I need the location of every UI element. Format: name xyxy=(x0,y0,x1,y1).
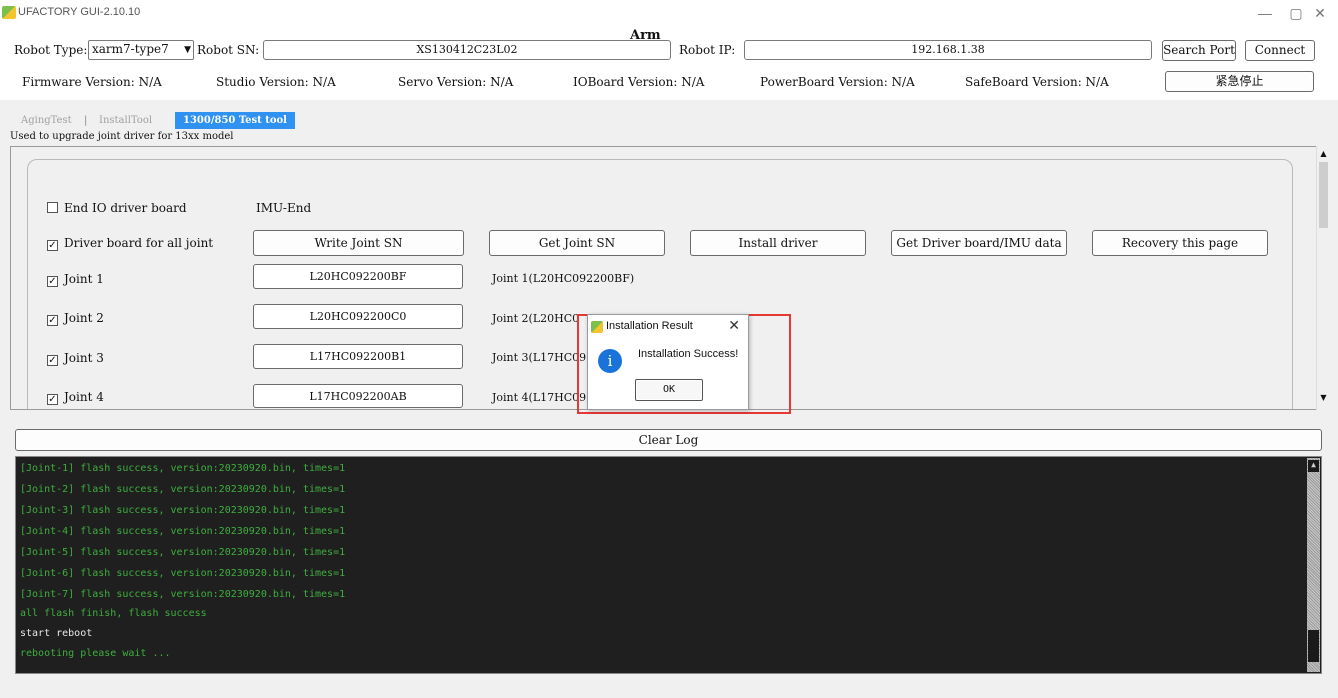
servo-version: Servo Version: N/A xyxy=(398,75,514,89)
check-icon[interactable]: ✓ xyxy=(47,276,58,287)
joint-3-info: Joint 3(L17HC09 xyxy=(492,351,587,364)
robot-type-label: Robot Type: xyxy=(14,43,88,57)
search-port-button[interactable]: Search Port xyxy=(1162,40,1236,61)
tab-aging-test[interactable]: AgingTest xyxy=(21,112,72,129)
robot-type-value: xarm7-type7 xyxy=(92,42,169,56)
driver-all-checkbox[interactable]: ✓ Driver board for all joint xyxy=(47,236,213,251)
powerboard-version: PowerBoard Version: N/A xyxy=(760,75,915,89)
dialog-message: Installation Success! xyxy=(638,348,739,360)
safeboard-version: SafeBoard Version: N/A xyxy=(965,75,1109,89)
chevron-down-icon: ▼ xyxy=(184,45,191,55)
joint-4-checkbox[interactable]: ✓ Joint 4 xyxy=(47,390,104,405)
robot-sn-label: Robot SN: xyxy=(197,43,260,57)
check-icon[interactable]: ✓ xyxy=(47,394,58,405)
joint-1-checkbox[interactable]: ✓ Joint 1 xyxy=(47,272,104,287)
connect-button[interactable]: Connect xyxy=(1245,40,1315,61)
write-joint-sn-button[interactable]: Write Joint SN xyxy=(253,230,464,256)
ok-button[interactable]: OK xyxy=(635,379,703,401)
check-icon[interactable]: ✓ xyxy=(47,240,58,251)
tab-description: Used to upgrade joint driver for 13xx mo… xyxy=(10,131,234,142)
ioboard-version: IOBoard Version: N/A xyxy=(573,75,705,89)
installation-result-dialog: Installation Result ✕ i Installation Suc… xyxy=(587,314,749,410)
check-icon[interactable]: ✓ xyxy=(47,355,58,366)
imu-end-label: IMU-End xyxy=(256,201,312,215)
title-bar: UFACTORY GUI-2.10.10 — ▢ ✕ xyxy=(0,0,1338,26)
joint-2-info: Joint 2(L20HC0 xyxy=(492,312,580,325)
robot-type-select[interactable]: xarm7-type7 ▼ xyxy=(88,40,194,60)
joint-1-sn-input[interactable]: L20HC092200BF xyxy=(253,264,463,289)
end-io-label: End IO driver board xyxy=(64,201,187,215)
robot-ip-label: Robot IP: xyxy=(679,43,736,57)
dialog-close-button[interactable]: ✕ xyxy=(728,317,740,334)
app-logo-icon xyxy=(591,321,603,333)
info-icon: i xyxy=(598,349,622,373)
scroll-up-icon[interactable]: ▲ xyxy=(1318,148,1329,160)
log-line: [Joint-5] flash success, version:2023092… xyxy=(20,547,346,558)
minimize-button[interactable]: — xyxy=(1250,3,1280,23)
joint-4-info: Joint 4(L17HC09 xyxy=(492,391,587,404)
scroll-up-icon[interactable]: ▲ xyxy=(1308,460,1319,472)
joint-2-checkbox[interactable]: ✓ Joint 2 xyxy=(47,311,104,326)
dialog-title: Installation Result xyxy=(606,320,693,332)
end-io-checkbox[interactable]: End IO driver board xyxy=(47,201,187,215)
joint-1-label: Joint 1 xyxy=(64,272,104,286)
log-line: [Joint-6] flash success, version:2023092… xyxy=(20,568,346,579)
close-window-button[interactable]: ✕ xyxy=(1305,3,1335,23)
firmware-version: Firmware Version: N/A xyxy=(22,75,162,89)
log-scroll-thumb[interactable] xyxy=(1308,630,1319,662)
joint-3-sn-input[interactable]: L17HC092200B1 xyxy=(253,344,463,369)
log-line: rebooting please wait ... xyxy=(20,648,171,659)
install-driver-button[interactable]: Install driver xyxy=(690,230,866,256)
log-line: all flash finish, flash success xyxy=(20,608,207,619)
arm-title: Arm xyxy=(630,28,661,43)
driver-all-label: Driver board for all joint xyxy=(64,236,214,250)
panel-scrollbar[interactable]: ▲ ▼ xyxy=(1316,146,1329,410)
tab-1300-850-test-tool[interactable]: 1300/850 Test tool xyxy=(175,112,295,129)
robot-ip-input[interactable]: 192.168.1.38 xyxy=(744,40,1152,60)
log-line: [Joint-4] flash success, version:2023092… xyxy=(20,526,346,537)
recovery-page-button[interactable]: Recovery this page xyxy=(1092,230,1268,256)
tab-install-tool[interactable]: InstallTool xyxy=(99,112,152,129)
joint-2-sn-input[interactable]: L20HC092200C0 xyxy=(253,304,463,329)
robot-sn-input[interactable]: XS130412C23L02 xyxy=(263,40,671,60)
window-title: UFACTORY GUI-2.10.10 xyxy=(18,6,141,18)
log-line: [Joint-2] flash success, version:2023092… xyxy=(20,484,346,495)
scroll-down-icon[interactable]: ▼ xyxy=(1318,392,1329,404)
scroll-thumb[interactable] xyxy=(1319,162,1328,228)
log-scrollbar[interactable]: ▲ xyxy=(1307,458,1320,672)
get-driver-board-imu-data-button[interactable]: Get Driver board/IMU data xyxy=(891,230,1067,256)
joint-2-label: Joint 2 xyxy=(64,311,104,325)
joint-3-label: Joint 3 xyxy=(64,351,104,365)
joint-4-label: Joint 4 xyxy=(64,390,104,404)
studio-version: Studio Version: N/A xyxy=(216,75,336,89)
check-icon[interactable]: ✓ xyxy=(47,315,58,326)
emergency-stop-button[interactable]: 紧急停止 xyxy=(1165,71,1314,92)
log-line: [Joint-1] flash success, version:2023092… xyxy=(20,463,346,474)
checkbox-box[interactable] xyxy=(47,202,58,213)
app-logo-icon xyxy=(2,6,16,19)
joint-1-info: Joint 1(L20HC092200BF) xyxy=(492,272,635,285)
log-line: [Joint-3] flash success, version:2023092… xyxy=(20,505,346,516)
tab-separator: | xyxy=(84,115,88,126)
log-output[interactable]: [Joint-1] flash success, version:2023092… xyxy=(15,456,1322,674)
get-joint-sn-button[interactable]: Get Joint SN xyxy=(489,230,665,256)
joint-3-checkbox[interactable]: ✓ Joint 3 xyxy=(47,351,104,366)
log-line: start reboot xyxy=(20,628,93,639)
joint-4-sn-input[interactable]: L17HC092200AB xyxy=(253,384,463,408)
log-line: [Joint-7] flash success, version:2023092… xyxy=(20,589,346,600)
clear-log-button[interactable]: Clear Log xyxy=(15,429,1322,451)
